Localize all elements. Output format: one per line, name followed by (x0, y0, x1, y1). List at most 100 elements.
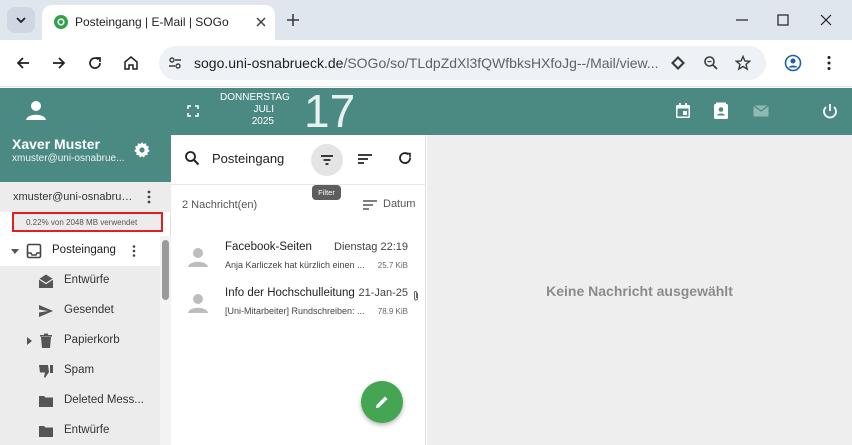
folder-entwuerfe-2[interactable]: Entwürfe (0, 416, 160, 445)
new-tab-icon[interactable] (285, 12, 301, 28)
sender-avatar-icon (188, 294, 208, 313)
quota-indicator: 0.22% von 2048 MB verwendet (12, 212, 163, 232)
expand-caret-icon[interactable] (11, 247, 19, 255)
date-display: DONNERSTAG JULI 2025 (220, 92, 290, 128)
folder-posteingang[interactable]: Posteingang (0, 236, 160, 266)
current-folder-title: Posteingang (212, 151, 285, 166)
filter-tooltip: Filter (312, 185, 341, 200)
calendar-icon[interactable] (674, 102, 692, 120)
inbox-icon (26, 243, 42, 259)
filter-icon (321, 155, 333, 165)
list-toolbar: Posteingang (171, 135, 426, 185)
mail-icon[interactable] (752, 102, 770, 120)
screen: Posteingang | E-Mail | SOGo sogo.uni-osn… (0, 0, 852, 445)
user-email: xmuster@uni-osnabrue... (12, 153, 125, 164)
folder-label: Entwürfe (64, 424, 110, 436)
translate-icon[interactable] (670, 55, 686, 71)
scrollbar-thumb[interactable] (162, 240, 169, 300)
sort-icon[interactable] (357, 151, 373, 167)
message-viewer: Keine Nachricht ausgewählt (427, 135, 852, 445)
trash-icon (40, 333, 52, 348)
close-icon[interactable] (253, 14, 269, 30)
pencil-icon (376, 396, 388, 408)
sidebar-scrollbar[interactable] (160, 236, 171, 445)
search-icon[interactable] (184, 150, 200, 166)
date-weekday: DONNERSTAG (220, 92, 290, 103)
tab-search-button[interactable] (7, 7, 35, 33)
refresh-icon[interactable] (397, 150, 413, 166)
folder-icon (39, 426, 53, 437)
more-vert-icon[interactable] (145, 190, 153, 204)
thumb-down-icon (39, 365, 53, 378)
tab-title: Posteingang | E-Mail | SOGo (75, 15, 229, 29)
minimize-icon[interactable] (734, 12, 750, 28)
message-size: 78.9 KiB (377, 307, 408, 316)
message-sender: Facebook-Seiten (225, 241, 312, 253)
message-sender: Info der Hochschulleitung (225, 287, 355, 299)
maximize-icon[interactable] (775, 12, 791, 28)
gear-icon[interactable] (133, 141, 151, 159)
sort-icon (363, 200, 377, 210)
sender-avatar-icon (188, 248, 208, 267)
message-subject: Anja Karliczek hat kürzlich einen ... (225, 260, 364, 270)
sort-date-label: Datum (383, 198, 416, 210)
bookmark-star-icon[interactable] (735, 55, 751, 71)
profile-icon[interactable] (784, 54, 802, 72)
message-size: 25.7 KiB (377, 261, 408, 270)
user-name: Xaver Muster (12, 136, 100, 152)
folder-icon (39, 396, 53, 407)
forward-icon[interactable] (50, 54, 68, 72)
browser-tab-active[interactable]: Posteingang | E-Mail | SOGo (42, 5, 275, 40)
chevron-down-icon (16, 17, 26, 24)
url-text: sogo.uni-osnabrueck.de/SOGo/so/TLdpZdXl3… (194, 55, 662, 71)
sogo-favicon-icon (54, 15, 68, 29)
folder-label: Gesendet (64, 304, 114, 316)
more-vert-icon[interactable] (131, 245, 137, 257)
folder-label: Deleted Mess... (64, 394, 144, 406)
folder-papierkorb[interactable]: Papierkorb (0, 326, 160, 356)
user-panel: Xaver Muster xmuster@uni-osnabrue... (0, 88, 171, 182)
browser-toolbar: sogo.uni-osnabrueck.de/SOGo/so/TLdpZdXl3… (0, 40, 852, 87)
folder-spam[interactable]: Spam (0, 356, 160, 386)
message-row[interactable]: Facebook-Seiten Dienstag 22:19 Anja Karl… (171, 235, 426, 285)
message-date: Dienstag 22:19 (334, 241, 408, 253)
app-header: DONNERSTAG JULI 2025 17 (171, 88, 852, 135)
folder-gesendet[interactable]: Gesendet (0, 296, 160, 326)
date-day: 17 (304, 85, 356, 137)
fullscreen-icon[interactable] (187, 105, 199, 117)
window-close-icon[interactable] (818, 12, 834, 28)
mail-sidebar: Xaver Muster xmuster@uni-osnabrue... xmu… (0, 88, 171, 445)
contacts-icon[interactable] (712, 102, 730, 120)
message-subject: [Uni-Mitarbeiter] Rundschreiben: ... (225, 306, 364, 316)
account-row[interactable]: xmuster@uni-osnabruec... (0, 182, 171, 212)
home-icon[interactable] (122, 54, 140, 72)
browser-menu-icon[interactable] (820, 54, 838, 72)
attachment-icon (414, 291, 418, 301)
sort-by-date-button[interactable]: Datum (363, 197, 417, 213)
url-host: sogo.uni-osnabrueck.de (194, 55, 344, 71)
date-year: 2025 (251, 116, 274, 127)
address-bar[interactable]: sogo.uni-osnabrueck.de/SOGo/so/TLdpZdXl3… (159, 46, 766, 80)
power-icon[interactable] (821, 102, 839, 120)
folder-list: Posteingang Entwürfe Gesendet Papierkorb (0, 236, 160, 445)
url-path: /SOGo/so/TLdpZdXl3fQWfbksHXfoJg--/Mail/v… (343, 55, 659, 71)
browser-tabstrip: Posteingang | E-Mail | SOGo (0, 0, 852, 40)
folder-label: Posteingang (52, 244, 116, 256)
quota-text: 0.22% von 2048 MB verwendet (26, 218, 138, 227)
zoom-icon[interactable] (703, 55, 719, 71)
no-message-selected: Keine Nachricht ausgewählt (546, 283, 733, 299)
folder-deleted-messages[interactable]: Deleted Mess... (0, 386, 160, 416)
filter-button[interactable] (311, 144, 343, 176)
message-count: 2 Nachricht(en) (182, 199, 258, 211)
reload-icon[interactable] (86, 54, 104, 72)
compose-button[interactable] (361, 381, 403, 423)
folder-entwuerfe[interactable]: Entwürfe (0, 266, 160, 296)
folder-label: Spam (64, 364, 95, 376)
message-date: 21-Jan-25 (358, 287, 408, 299)
expand-caret-icon[interactable] (25, 337, 33, 345)
message-row[interactable]: Info der Hochschulleitung 21-Jan-25 [Uni… (171, 281, 426, 331)
site-info-icon[interactable] (167, 55, 183, 71)
back-icon[interactable] (14, 54, 32, 72)
account-name: xmuster@uni-osnabruec... (13, 191, 137, 203)
date-month: JULI (253, 104, 274, 115)
